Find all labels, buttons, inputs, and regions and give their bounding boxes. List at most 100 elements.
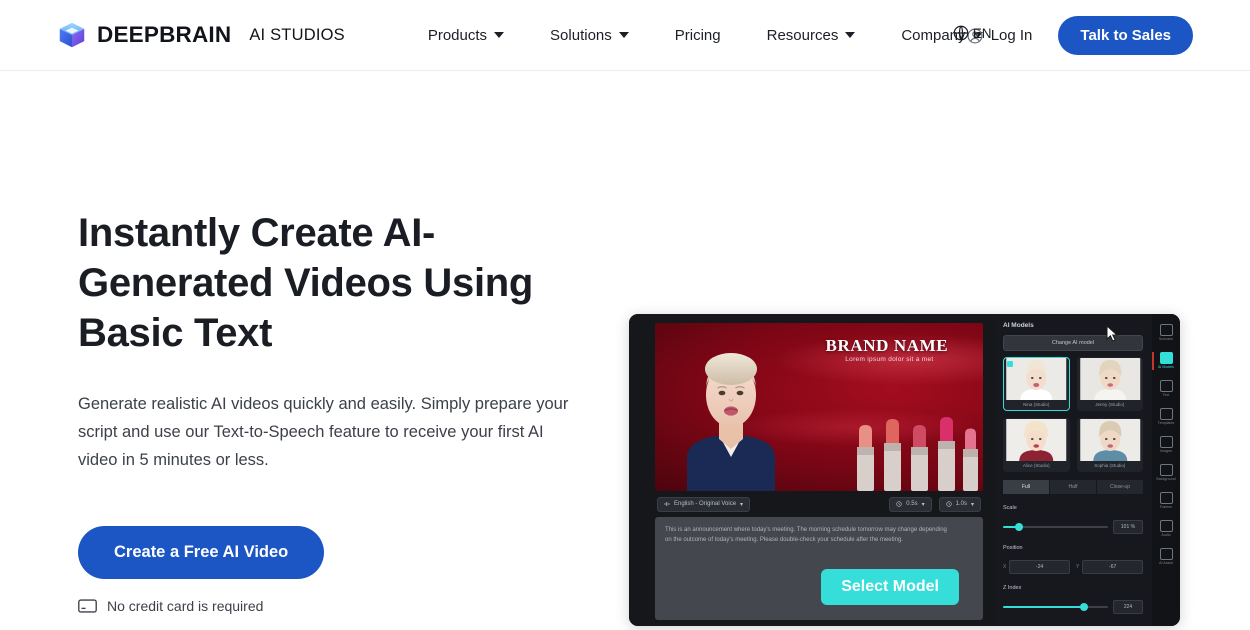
nav-item-resources[interactable]: Resources (744, 27, 879, 44)
nav-item-pricing[interactable]: Pricing (652, 27, 744, 44)
nav-label: Pricing (674, 26, 721, 44)
no-credit-card-note: No credit card is required (78, 598, 630, 614)
clock-icon (896, 501, 902, 507)
time-chip-end[interactable]: 1.0s ▾ (938, 496, 981, 512)
model-avatar-icon (1006, 419, 1067, 461)
rail-item-audio[interactable]: Audio (1153, 516, 1179, 542)
create-free-ai-video-button[interactable]: Create a Free AI Video (78, 526, 325, 579)
chevron-down-icon (845, 32, 856, 38)
zindex-slider[interactable] (1003, 603, 1108, 611)
model-name: Sophia (Studio) (1094, 463, 1126, 468)
model-thumbnail (1004, 419, 1069, 461)
model-card[interactable]: Jenny (Studio) (1076, 357, 1143, 411)
scale-value[interactable]: 101 % (1113, 520, 1143, 534)
model-avatar-icon (1079, 419, 1140, 461)
ai-model-icon (1159, 352, 1173, 364)
rail-item-frames[interactable]: Frames (1153, 488, 1179, 514)
frame-icon (1159, 492, 1173, 504)
time-chip-label: 0.5s (906, 501, 918, 507)
voice-language-label: English - Original Voice (674, 501, 737, 507)
text-icon (1159, 380, 1173, 392)
rail-item-background[interactable]: Background (1153, 460, 1179, 486)
site-header: DEEPBRAIN AI STUDIOS Products Solutions … (0, 0, 1250, 71)
brand-subtitle: AI STUDIOS (249, 25, 345, 44)
page-title: Instantly Create AI-Generated Videos Usi… (78, 211, 534, 355)
model-thumbnail (1078, 358, 1143, 400)
change-ai-model-button[interactable]: Change AI model (1003, 335, 1143, 351)
script-editor[interactable]: This is an announcement where today's me… (655, 517, 983, 620)
hero-copy: Instantly Create AI-Generated Videos Usi… (0, 71, 630, 630)
model-card[interactable]: Alice (Studio) (1003, 418, 1070, 472)
rail-item-images[interactable]: Images (1153, 432, 1179, 458)
crop-tabs: Full Half Close-up (1003, 480, 1143, 494)
time-chip-group: 0.5s ▾ 1.0s ▾ (889, 496, 981, 512)
zindex-label: Z Index (1003, 585, 1022, 591)
model-grid: Nina (Studio) Jenny (Studio) Alice (Stud… (1003, 357, 1143, 472)
select-model-button[interactable]: Select Model (821, 569, 959, 605)
tab-full[interactable]: Full (1003, 480, 1049, 494)
model-name: Nina (Studio) (1023, 402, 1050, 407)
rail-label: Background (1156, 477, 1176, 481)
model-name: Alice (Studio) (1022, 463, 1050, 468)
zindex-value[interactable]: 224 (1113, 600, 1143, 614)
position-x-input[interactable]: -24 (1009, 560, 1070, 574)
rail-item-ai-assist[interactable]: AI Assist (1153, 544, 1179, 570)
nav-item-solutions[interactable]: Solutions (527, 27, 652, 44)
voice-language-chip[interactable]: English - Original Voice ▾ (657, 496, 751, 512)
time-chip-start[interactable]: 0.5s ▾ (889, 496, 932, 512)
language-label: EN (972, 25, 992, 41)
tab-half[interactable]: Half (1050, 480, 1096, 494)
stage-brand-title: BRAND NAME (825, 336, 949, 355)
stage-brand-subtitle: Lorem ipsum dolor sit a met (845, 356, 934, 363)
editor-main-area: BRAND NAME Lorem ipsum dolor sit a met E… (629, 314, 994, 626)
nav-label: Resources (766, 26, 839, 44)
rail-label: Images (1160, 449, 1172, 453)
cursor-arrow-icon (1106, 325, 1119, 342)
position-control: X -24 Y -67 (1003, 560, 1143, 574)
rail-item-ai-models[interactable]: AI Models (1152, 348, 1179, 374)
header-right-group: EN Log In Talk to Sales (953, 0, 1250, 71)
rail-label: Audio (1161, 533, 1171, 537)
editor-icon-rail: Scenario AI Models Text Templates Images… (1152, 314, 1180, 626)
rail-label: Text (1162, 393, 1170, 397)
image-icon (1159, 436, 1173, 448)
template-icon (1159, 408, 1173, 420)
rail-item-scenario[interactable]: Scenario (1153, 320, 1179, 346)
scale-control: 101 % (1003, 520, 1143, 534)
chip-chevron-icon: ▾ (921, 501, 925, 508)
rail-item-templates[interactable]: Templates (1153, 404, 1179, 430)
brand-name: DEEPBRAIN (97, 22, 232, 47)
tab-closeup[interactable]: Close-up (1097, 480, 1143, 494)
hero-section: Instantly Create AI-Generated Videos Usi… (0, 71, 1250, 630)
brand-logo[interactable]: DEEPBRAIN AI STUDIOS (58, 21, 345, 49)
nav-item-products[interactable]: Products (405, 27, 527, 44)
hero-subtitle: Generate realistic AI videos quickly and… (78, 395, 569, 469)
chevron-down-icon (618, 32, 629, 38)
no-credit-card-label: No credit card is required (107, 598, 264, 614)
product-screenshot-mockup: BRAND NAME Lorem ipsum dolor sit a met E… (629, 314, 1180, 626)
model-selected-indicator (1007, 361, 1013, 367)
sound-wave-icon (664, 502, 670, 506)
chevron-down-icon (494, 32, 505, 38)
scale-label: Scale (1003, 505, 1017, 511)
clock-icon (946, 501, 952, 507)
talk-to-sales-button[interactable]: Talk to Sales (1058, 16, 1193, 55)
background-icon (1159, 464, 1173, 476)
position-y-input[interactable]: -67 (1082, 560, 1143, 574)
chip-chevron-icon: ▾ (970, 501, 974, 508)
language-selector[interactable]: EN (952, 24, 992, 42)
rail-label: Frames (1159, 505, 1173, 509)
credit-card-icon (78, 599, 97, 613)
position-x-key: X (1003, 564, 1007, 570)
scenario-icon (1159, 324, 1173, 336)
scale-slider[interactable] (1003, 523, 1108, 531)
chip-chevron-icon: ▾ (740, 501, 744, 508)
time-chip-label: 1.0s (955, 501, 967, 507)
model-card[interactable]: Sophia (Studio) (1076, 418, 1143, 472)
position-y-key: Y (1076, 564, 1080, 570)
script-text: This is an announcement where today's me… (665, 527, 947, 543)
model-card[interactable]: Nina (Studio) (1003, 357, 1070, 411)
rail-item-text[interactable]: Text (1153, 376, 1179, 402)
model-thumbnail (1004, 358, 1069, 400)
video-preview-stage[interactable]: BRAND NAME Lorem ipsum dolor sit a met (655, 323, 983, 491)
